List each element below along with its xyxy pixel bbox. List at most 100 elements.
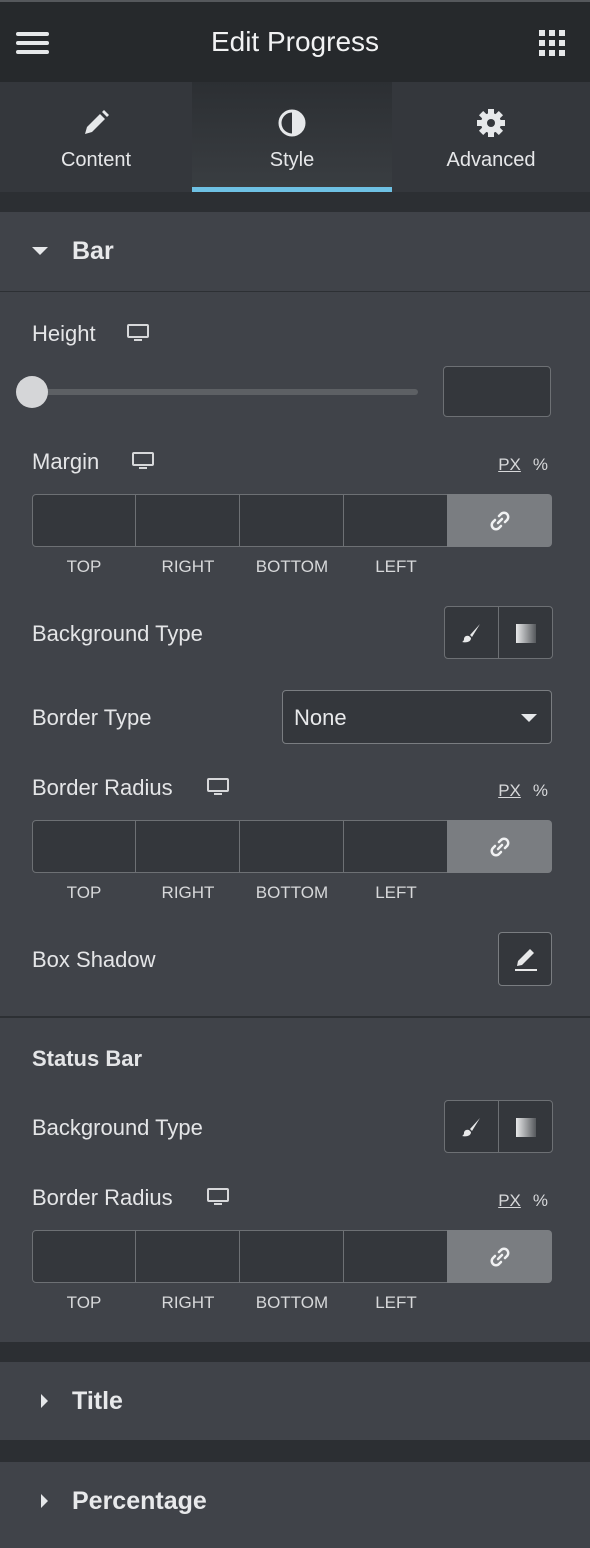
link-icon [490,511,510,531]
box-shadow-edit-button[interactable] [498,932,552,986]
section-divider [0,1016,590,1018]
side-label: RIGHT [161,883,215,902]
title-section-header[interactable]: Title [0,1362,590,1440]
caret-right-icon [41,1394,48,1408]
unit-percent[interactable]: % [533,1191,548,1210]
margin-label: Margin [32,449,100,474]
caret-down-icon [521,714,537,722]
height-slider-handle[interactable] [16,376,48,408]
side-label: RIGHT [161,557,215,576]
monitor-icon[interactable] [127,324,149,342]
margin-right-input[interactable] [135,494,240,547]
bar-section-header[interactable]: Bar [0,212,590,292]
link-icon [490,1247,510,1267]
status-border-radius-label: Border Radius [32,1185,173,1210]
gradient-icon [516,1118,536,1137]
select-value: None [294,705,347,730]
link-values-button[interactable] [447,1230,552,1283]
status-background-type-label: Background Type [32,1115,203,1140]
percentage-section: Percentage [0,1462,590,1548]
edit-icon [515,949,537,971]
border-type-select[interactable]: None [282,690,552,744]
classic-background-button[interactable] [444,1100,499,1153]
background-type-label: Background Type [32,621,203,646]
margin-left-input[interactable] [343,494,448,547]
percentage-section-header[interactable]: Percentage [0,1462,590,1542]
border-radius-label: Border Radius [32,775,173,800]
unit-percent[interactable]: % [533,781,548,800]
radius-left-input[interactable] [343,820,448,873]
tab-label: Advanced [446,149,536,171]
status-bar-heading: Status Bar [32,1046,143,1071]
title-section: Title [0,1362,590,1440]
gradient-background-button[interactable] [498,1100,553,1153]
grid-icon[interactable] [539,30,566,57]
side-label: TOP [66,557,102,576]
unit-percent[interactable]: % [533,455,548,474]
height-label: Height [32,321,96,346]
side-label: LEFT [375,1293,417,1312]
side-label: BOTTOM [255,883,329,902]
gradient-background-button[interactable] [498,606,553,659]
side-label: BOTTOM [255,557,329,576]
border-radius-side-labels: TOP RIGHT BOTTOM LEFT [32,883,552,903]
link-values-button[interactable] [447,820,552,873]
radius-right-input[interactable] [135,1230,240,1283]
monitor-icon[interactable] [132,452,154,470]
classic-background-button[interactable] [444,606,499,659]
monitor-icon[interactable] [207,1188,229,1206]
unit-px[interactable]: PX [498,1191,521,1210]
side-label: LEFT [375,883,417,902]
tab-bar: Content Style Advanced [0,82,590,192]
radius-top-input[interactable] [32,820,136,873]
tab-advanced[interactable]: Advanced [392,82,590,192]
tab-style[interactable]: Style [192,82,392,192]
radius-right-input[interactable] [135,820,240,873]
tab-label: Style [269,149,315,171]
border-radius-units: PX% [498,781,548,801]
margin-dimensions [32,494,552,547]
margin-side-labels: TOP RIGHT BOTTOM LEFT [32,557,552,577]
radius-left-input[interactable] [343,1230,448,1283]
box-shadow-label: Box Shadow [32,947,156,972]
radius-top-input[interactable] [32,1230,136,1283]
unit-px[interactable]: PX [498,455,521,474]
side-label: RIGHT [161,1293,215,1312]
margin-units: PX% [498,455,548,475]
monitor-icon[interactable] [207,778,229,796]
border-type-label: Border Type [32,705,152,730]
link-icon [490,837,510,857]
brush-icon [462,624,480,643]
margin-top-input[interactable] [32,494,136,547]
panel-title: Edit Progress [210,26,380,57]
tab-label: Content [60,149,132,171]
section-title: Percentage [72,1487,207,1515]
pencil-icon [85,110,109,134]
section-gap [0,1440,590,1462]
background-type-choices [444,606,553,659]
border-radius-dimensions [32,820,552,873]
status-border-radius-side-labels: TOP RIGHT BOTTOM LEFT [32,1293,552,1313]
half-circle-icon [278,109,306,137]
section-gap [0,192,590,212]
margin-bottom-input[interactable] [239,494,344,547]
status-background-type-choices [444,1100,553,1153]
radius-bottom-input[interactable] [239,820,344,873]
height-input[interactable] [443,366,551,417]
panel-header: Edit Progress [0,0,590,82]
section-gap [0,1342,590,1362]
brush-icon [462,1118,480,1137]
section-title: Title [72,1387,123,1415]
gear-icon [477,109,505,137]
status-border-radius-units: PX% [498,1191,548,1211]
height-slider-track[interactable] [32,389,418,395]
gradient-icon [516,624,536,643]
link-values-button[interactable] [447,494,552,547]
tab-content[interactable]: Content [0,82,192,192]
side-label: LEFT [375,557,417,576]
unit-px[interactable]: PX [498,781,521,800]
side-label: TOP [66,883,102,902]
caret-right-icon [41,1494,48,1508]
status-border-radius-dimensions [32,1230,552,1283]
radius-bottom-input[interactable] [239,1230,344,1283]
